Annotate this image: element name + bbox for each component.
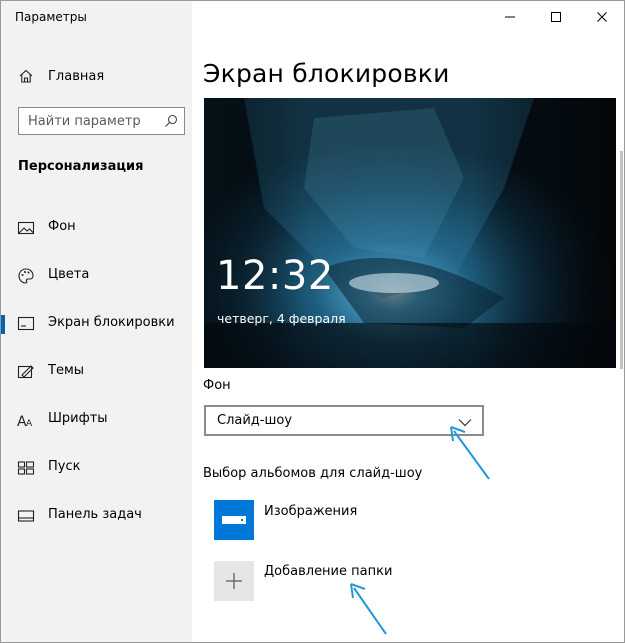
start-icon	[17, 459, 35, 477]
sidebar-item-background[interactable]: Фон	[1, 210, 192, 246]
background-label: Фон	[203, 378, 231, 393]
sidebar-item-start[interactable]: Пуск	[1, 450, 192, 486]
sidebar-item-label: Цвета	[48, 267, 90, 282]
home-icon	[17, 67, 35, 85]
sidebar-item-label: Главная	[48, 68, 105, 84]
preview-background-image	[204, 98, 616, 368]
plus-icon	[225, 572, 243, 590]
sidebar-item-themes[interactable]: Темы	[1, 354, 192, 390]
close-icon	[596, 8, 608, 27]
themes-icon	[17, 363, 35, 381]
minimize-icon	[504, 8, 516, 27]
sidebar-item-label: Темы	[48, 363, 85, 378]
sidebar-item-label: Шрифты	[48, 411, 108, 426]
sidebar-item-label: Фон	[48, 219, 76, 234]
add-folder-button[interactable]	[214, 561, 254, 601]
scrollbar[interactable]	[620, 151, 623, 369]
sidebar-item-label: Пуск	[48, 459, 81, 474]
sidebar-item-label: Экран блокировки	[48, 315, 175, 330]
image-icon	[17, 219, 35, 237]
sidebar-item-colors[interactable]: Цвета	[1, 258, 192, 294]
lock-screen-icon	[17, 315, 35, 333]
pictures-folder-tile[interactable]	[214, 500, 254, 540]
maximize-button[interactable]	[533, 1, 579, 34]
lock-screen-date: четверг, 4 февраля	[217, 311, 346, 326]
lock-screen-time: 12:32	[216, 253, 334, 299]
section-title: Персонализация	[18, 159, 144, 174]
dropdown-value: Слайд-шоу	[217, 413, 293, 428]
sidebar-item-taskbar[interactable]: Панель задач	[1, 498, 192, 534]
albums-label: Выбор альбомов для слайд-шоу	[203, 466, 423, 481]
search-icon[interactable]	[163, 113, 179, 129]
lock-screen-preview: 12:32 четверг, 4 февраля	[204, 98, 616, 368]
annotation-arrow-dropdown	[450, 426, 490, 480]
sidebar: Параметры Главная Персонализация Фон Цв	[1, 1, 192, 642]
annotation-arrow-add-folder	[350, 583, 387, 635]
search-input[interactable]	[28, 109, 166, 133]
album-name[interactable]: Изображения	[264, 504, 357, 519]
settings-window: Параметры Главная Персонализация Фон Цв	[0, 0, 625, 643]
taskbar-icon	[17, 507, 35, 525]
search-box[interactable]	[18, 107, 185, 135]
fonts-icon: AA	[17, 411, 35, 429]
pictures-folder-icon	[222, 516, 246, 524]
sidebar-item-fonts[interactable]: AA Шрифты	[1, 402, 192, 438]
page-title: Экран блокировки	[203, 59, 450, 88]
sidebar-item-lock-screen[interactable]: Экран блокировки	[1, 306, 192, 342]
minimize-button[interactable]	[487, 1, 533, 34]
palette-icon	[17, 267, 35, 285]
selection-indicator	[1, 315, 5, 334]
sidebar-item-home[interactable]: Главная	[1, 61, 192, 91]
close-button[interactable]	[579, 1, 625, 34]
svg-text:A: A	[26, 419, 33, 428]
sidebar-item-label: Панель задач	[48, 507, 142, 522]
app-title: Параметры	[15, 10, 87, 24]
maximize-icon	[550, 8, 562, 27]
